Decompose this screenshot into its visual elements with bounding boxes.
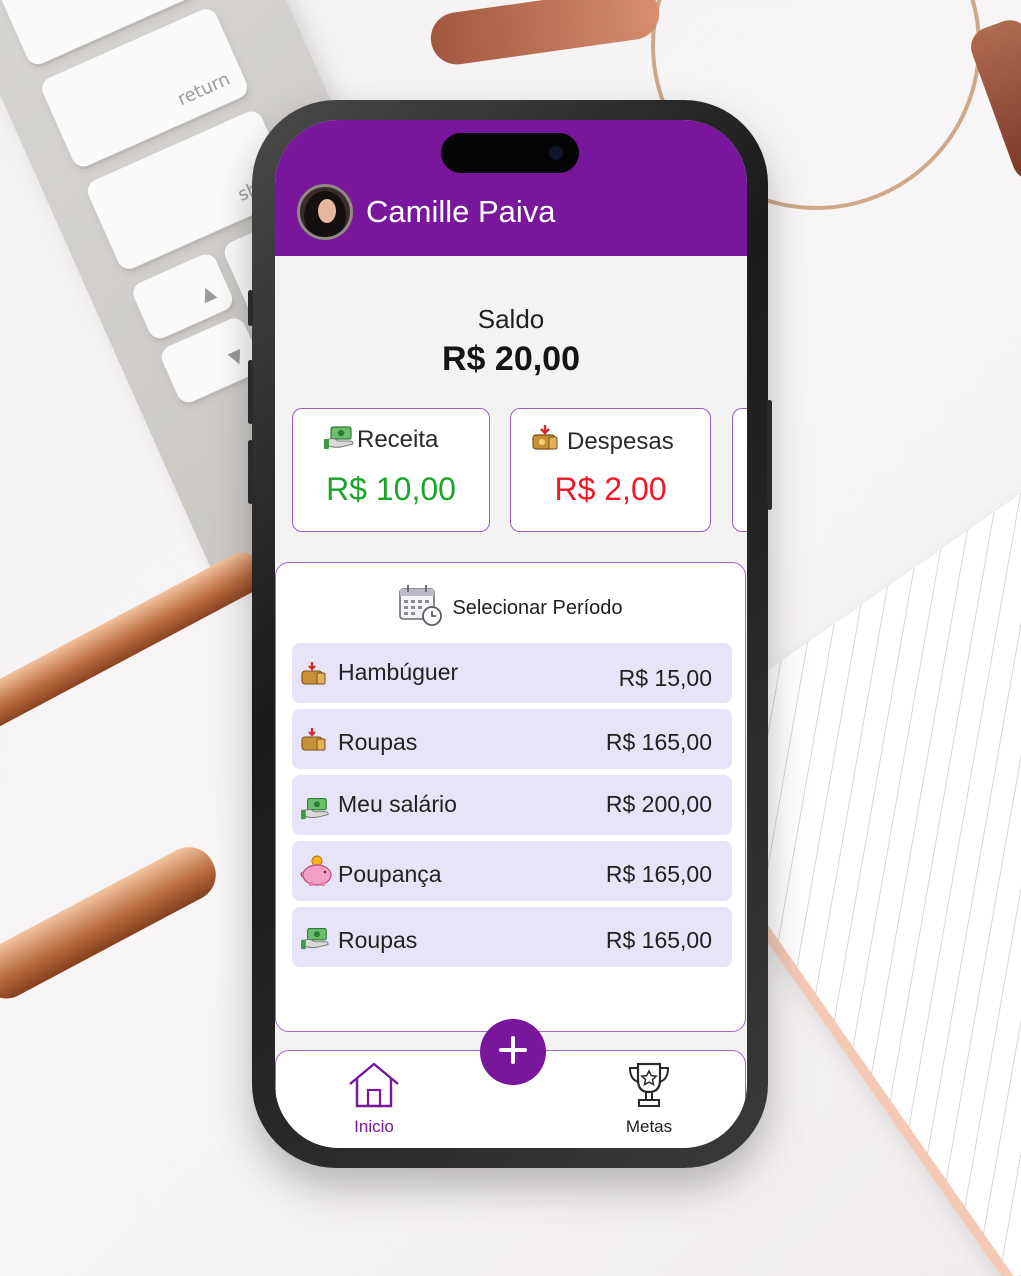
expense-money-icon — [300, 661, 330, 692]
expense-value: R$ 2,00 — [554, 471, 667, 507]
pen-photo — [0, 837, 225, 1008]
phone-side-button — [248, 360, 253, 424]
transaction-description: Roupas — [338, 927, 418, 953]
phone-side-button — [767, 400, 772, 510]
nav-home[interactable]: Inicio — [329, 1060, 419, 1137]
piggy-bank-icon — [300, 855, 334, 892]
trophy-icon — [625, 1062, 673, 1114]
transaction-amount: R$ 15,00 — [618, 665, 712, 691]
transaction-amount: R$ 165,00 — [605, 729, 712, 755]
income-money-icon — [323, 421, 357, 458]
balance-value: R$ 20,00 — [442, 340, 580, 378]
avatar[interactable] — [297, 184, 353, 240]
plus-icon — [498, 1035, 528, 1070]
nav-home-label: Inicio — [354, 1117, 394, 1136]
expense-card[interactable]: Despesas R$ 2,00 — [510, 408, 711, 532]
nav-goals-label: Metas — [625, 1117, 673, 1136]
transaction-row[interactable]: Meu salário R$ 200,00 — [292, 775, 732, 835]
add-transaction-button[interactable] — [480, 1019, 546, 1085]
transaction-row[interactable]: Hambúguer R$ 15,00 — [292, 643, 732, 703]
home-icon — [346, 1062, 402, 1114]
transaction-row[interactable]: Roupas R$ 165,00 — [292, 907, 732, 967]
nav-goals[interactable]: Metas — [604, 1060, 694, 1137]
income-value: R$ 10,00 — [326, 471, 456, 507]
glasses-arm-photo — [427, 0, 663, 68]
balance-label: Saldo — [477, 304, 545, 334]
dynamic-island — [441, 133, 579, 173]
glasses-arm-photo — [965, 14, 1021, 186]
transaction-description: Roupas — [338, 729, 418, 755]
transaction-row[interactable]: Poupança R$ 165,00 — [292, 841, 732, 901]
transaction-amount: R$ 165,00 — [605, 861, 712, 887]
expense-money-icon — [300, 727, 330, 758]
phone-side-button — [248, 290, 253, 326]
transaction-description: Hambúguer — [338, 659, 459, 685]
income-label: Receita — [357, 425, 439, 453]
pen-photo — [0, 545, 272, 738]
income-card[interactable]: Receita R$ 10,00 — [292, 408, 490, 532]
camera-icon — [549, 146, 563, 160]
phone-side-button — [248, 440, 253, 504]
transaction-amount: R$ 165,00 — [605, 927, 712, 953]
transaction-row[interactable]: Roupas R$ 165,00 — [292, 709, 732, 769]
period-selector[interactable]: Selecionar Período — [276, 583, 745, 633]
main-content: Saldo R$ 20,00 Receita R$ 10,00 Despesas… — [275, 256, 747, 1064]
income-money-icon — [300, 923, 332, 956]
phone-mockup: Camille Paiva Saldo R$ 20,00 Receita R$ … — [248, 100, 772, 1168]
transaction-amount: R$ 200,00 — [605, 791, 712, 817]
transaction-description: Poupança — [338, 861, 442, 887]
expense-label: Despesas — [567, 427, 674, 455]
income-money-icon — [300, 793, 332, 826]
calendar-clock-icon — [398, 583, 444, 633]
transactions-panel: Selecionar Período Hambúguer R$ 15,00 Ro… — [275, 562, 746, 1032]
period-label: Selecionar Período — [452, 596, 623, 619]
user-name: Camille Paiva — [366, 194, 556, 229]
transaction-description: Meu salário — [338, 791, 457, 817]
expense-money-icon — [529, 423, 563, 460]
app-screen: Camille Paiva Saldo R$ 20,00 Receita R$ … — [275, 120, 747, 1148]
next-card-peek[interactable] — [732, 408, 747, 532]
